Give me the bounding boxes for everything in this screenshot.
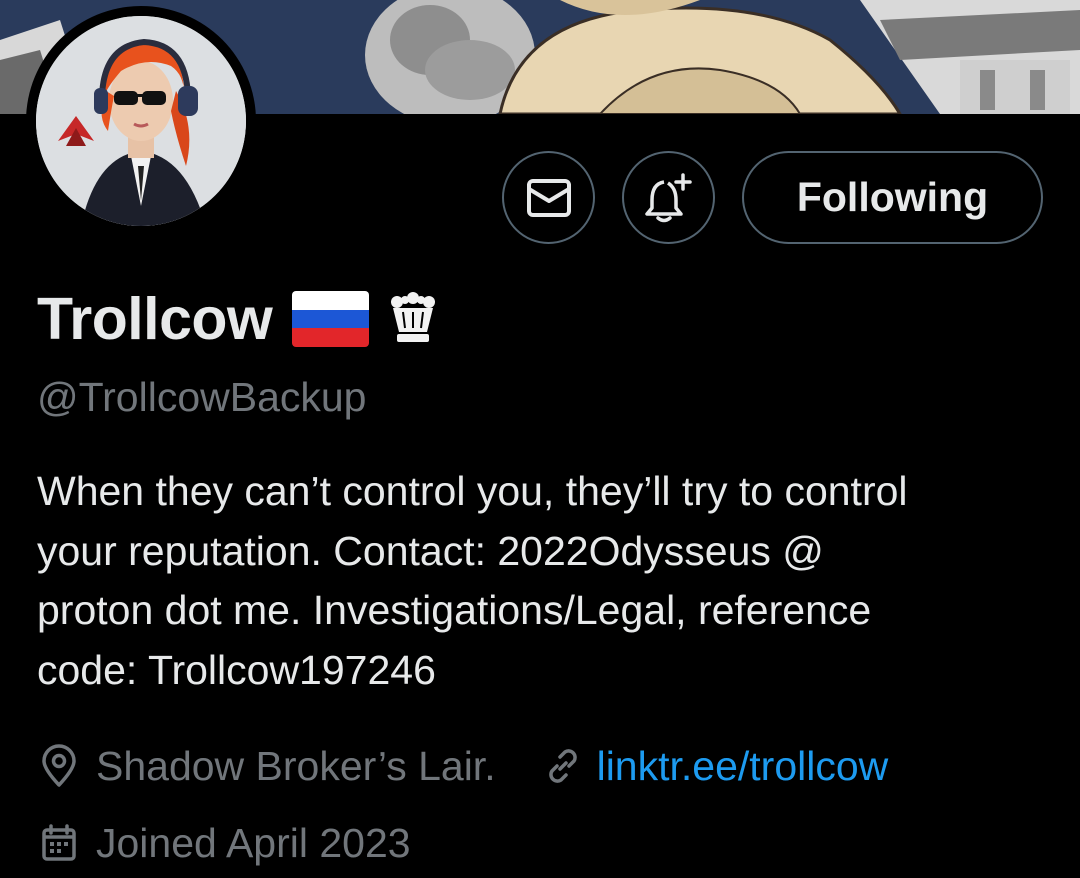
link-icon [541, 744, 585, 788]
russian-flag-emoji [292, 291, 370, 347]
avatar-image [36, 16, 246, 226]
profile-bio: When they can’t control you, they’ll try… [37, 462, 1057, 700]
profile-joined-date: Joined April 2023 [96, 819, 411, 866]
bell-plus-icon [644, 172, 692, 222]
display-name: Trollcow [37, 286, 273, 352]
following-button[interactable]: Following [742, 151, 1043, 244]
calendar-icon [37, 821, 81, 865]
bio-line: your reputation. Contact: 2022Odysseus @ [37, 527, 824, 574]
profile-website[interactable]: linktr.ee/trollcow [541, 743, 889, 790]
website-link[interactable]: linktr.ee/trollcow [597, 743, 889, 790]
profile-meta-row: Shadow Broker’s Lair. linktr.ee/trollcow [37, 738, 888, 794]
bio-line: code: Trollcow197246 [37, 646, 436, 693]
location-pin-icon [37, 744, 81, 788]
message-button[interactable] [502, 151, 595, 244]
avatar[interactable] [26, 6, 256, 236]
bio-line: proton dot me. Investigations/Legal, ref… [37, 587, 872, 633]
following-button-label: Following [796, 174, 989, 220]
profile-location: Shadow Broker’s Lair. [96, 742, 496, 789]
profile-handle: @TrollcowBackup [37, 374, 367, 420]
profile-joined-row: Joined April 2023 [37, 815, 411, 871]
crown-emoji [391, 292, 436, 342]
envelope-icon [526, 178, 571, 217]
bio-line: When they can’t control you, they’ll try… [37, 468, 908, 514]
display-name-row: Trollcow [37, 284, 439, 354]
notification-button[interactable] [622, 151, 715, 244]
